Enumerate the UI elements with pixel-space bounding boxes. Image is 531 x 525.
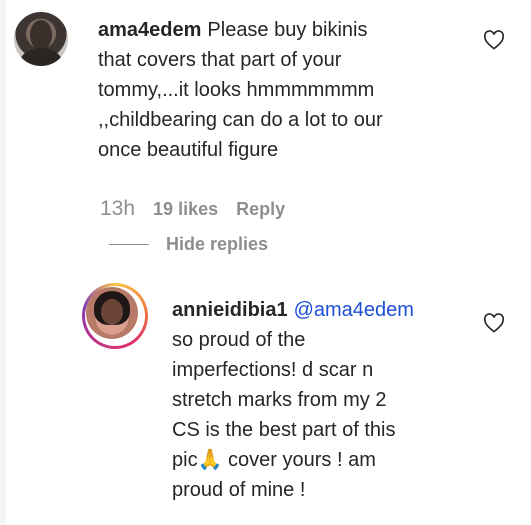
reply-button[interactable]: Reply: [236, 199, 285, 220]
reply-text: annieidibia1 @ama4edem so proud of the im…: [172, 295, 472, 505]
avatar[interactable]: [14, 12, 68, 66]
comment-timestamp: 13h: [100, 197, 136, 220]
like-heart-icon[interactable]: [483, 30, 505, 50]
reply-username[interactable]: annieidibia1: [172, 299, 288, 321]
comment-line: once beautiful figure: [98, 139, 279, 161]
comment-line: Please buy bikinis: [207, 19, 368, 41]
reply-line: cover yours ! am: [222, 449, 376, 471]
avatar-face: [30, 20, 52, 50]
hide-replies-button[interactable]: Hide replies: [166, 234, 268, 255]
comment-line: ,,childbearing can do a lot to our: [98, 109, 383, 131]
reply-line: imperfections! d scar n: [172, 359, 374, 381]
avatar-face: [101, 299, 123, 325]
reply-line: proud of mine !: [172, 479, 306, 501]
like-heart-icon[interactable]: [483, 313, 505, 333]
avatar: [86, 287, 138, 339]
replies-divider: [109, 244, 149, 245]
mention-link[interactable]: @ama4edem: [294, 299, 414, 321]
reply-line: stretch marks from my 2: [172, 389, 387, 411]
comment-line: tommy,...it looks hmmmmmmm: [98, 79, 375, 101]
comment-line: that covers that part of your: [98, 49, 342, 71]
left-edge-strip: [0, 0, 6, 525]
comment-text: ama4edem Please buy bikinis that covers t…: [98, 15, 458, 165]
avatar-story-ring[interactable]: [82, 283, 148, 349]
reply-line: CS is the best part of this: [172, 419, 396, 441]
reply-line: pic: [172, 449, 198, 471]
comment-meta: 13h 19 likes Reply: [100, 197, 285, 221]
comment-username[interactable]: ama4edem: [98, 19, 201, 41]
reply-line: so proud of the: [172, 329, 306, 351]
folded-hands-emoji-icon: 🙏: [197, 449, 223, 471]
likes-count-link[interactable]: 19 likes: [153, 199, 218, 220]
avatar-shoulders: [20, 48, 62, 66]
